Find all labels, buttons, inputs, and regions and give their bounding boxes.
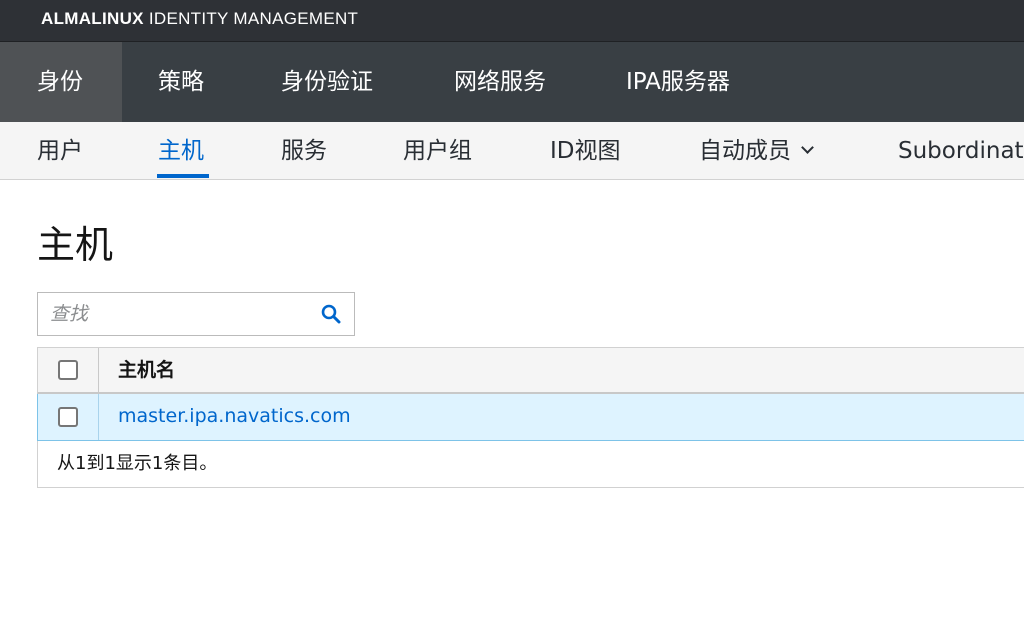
main-nav-item-identity[interactable]: 身份 [0,42,122,122]
active-tab-indicator [157,174,209,178]
tab-services[interactable]: 服务 [281,122,327,179]
main-nav-item-policy[interactable]: 策略 [158,42,204,122]
sub-nav: 用户 主机 服务 用户组 ID视图 自动成员 Subordinate IDs [0,122,1024,180]
chevron-down-icon [801,141,814,154]
search-input[interactable] [38,293,308,335]
tab-user-groups[interactable]: 用户组 [403,122,472,179]
search-box [37,292,355,336]
tab-automember[interactable]: 自动成员 [699,122,814,179]
brand-logo: ALMALINUX IDENTITY MANAGEMENT [41,9,358,29]
tab-users[interactable]: 用户 [37,122,83,179]
table-row: master.ipa.navatics.com [37,394,1024,441]
pagination-summary: 从1到1显示1条目。 [57,453,218,474]
hosts-table: 主机名 master.ipa.navatics.com 从1到1显示1条目。 [37,347,1024,488]
table-footer: 从1到1显示1条目。 [37,441,1024,488]
row-select-cell [38,394,99,440]
main-nav: 身份 策略 身份验证 网络服务 IPA服务器 [0,42,1024,122]
brand-product: IDENTITY MANAGEMENT [148,9,359,28]
main-nav-item-ipa-server[interactable]: IPA服务器 [626,42,730,122]
main-nav-item-authentication[interactable]: 身份验证 [281,42,373,122]
table-header-row: 主机名 [37,347,1024,394]
page-title: 主机 [37,223,114,267]
column-header-hostname[interactable]: 主机名 [118,348,175,393]
select-all-checkbox[interactable] [58,360,78,380]
select-all-cell [38,348,99,392]
tab-id-views[interactable]: ID视图 [550,122,621,179]
hostname-link[interactable]: master.ipa.navatics.com [118,394,351,439]
tab-automember-label: 自动成员 [699,138,791,164]
tab-hosts[interactable]: 主机 [158,122,204,179]
brand-bar: ALMALINUX IDENTITY MANAGEMENT [0,0,1024,42]
brand-name: ALMALINUX [41,9,144,28]
main-nav-item-network-services[interactable]: 网络服务 [454,42,546,122]
row-checkbox[interactable] [58,407,78,427]
search-icon [321,304,341,324]
search-button[interactable] [308,293,354,335]
tab-subordinate-ids[interactable]: Subordinate IDs [898,122,1024,179]
